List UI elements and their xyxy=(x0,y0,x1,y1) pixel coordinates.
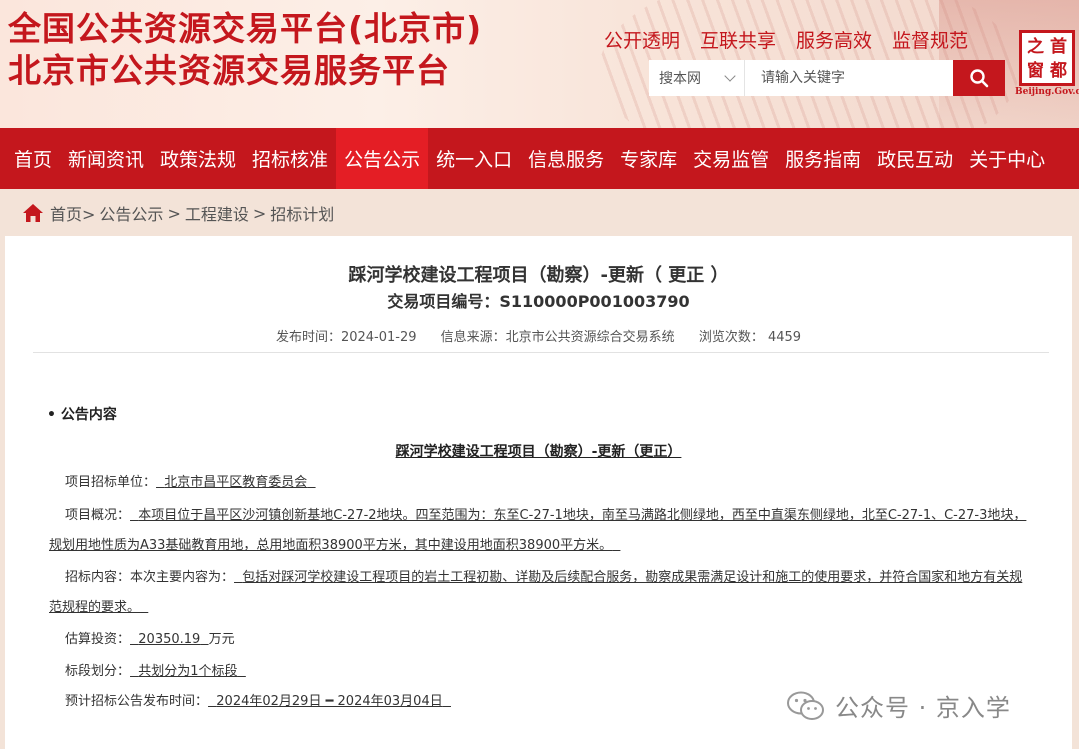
nav-item-bid-approval[interactable]: 招标核准 xyxy=(244,128,336,189)
breadcrumb-bid-plan[interactable]: 招标计划 xyxy=(270,201,334,225)
site-title-line1[interactable]: 全国公共资源交易平台(北京市) xyxy=(8,12,482,45)
field-unit: 万元 xyxy=(208,632,235,647)
field-value: 北京市昌平区教育委员会 xyxy=(164,475,308,490)
breadcrumb-separator: > xyxy=(167,203,181,223)
announcement-title: 踩河学校建设工程项目（勘察）-更新（更正） xyxy=(5,441,1072,461)
logo-char: 都 xyxy=(1050,61,1067,81)
content-card: 踩河学校建设工程项目（勘察）-更新（ 更正 ） 交易项目编号：S110000P0… xyxy=(5,236,1072,749)
publish-time: 发布时间：2024-01-29 xyxy=(275,330,417,345)
project-code: 交易项目编号：S110000P001003790 xyxy=(387,292,690,311)
view-count: 浏览次数： 4459 xyxy=(698,330,802,345)
nav-item-expert-db[interactable]: 专家库 xyxy=(612,128,685,189)
info-source: 信息来源：北京市公共资源综合交易系统 xyxy=(440,330,675,345)
field-value: 20350.19 xyxy=(138,632,201,647)
search-scope-select[interactable]: 搜本网 xyxy=(649,60,745,96)
main-nav: 首页 新闻资讯 政策法规 招标核准 公告公示 统一入口 信息服务 专家库 交易监… xyxy=(0,128,1079,189)
field-label: 项目招标单位： xyxy=(65,475,157,490)
search-input[interactable] xyxy=(745,60,953,96)
watermark-text: 公众号 · 京入学 xyxy=(835,694,1011,722)
breadcrumb-announcements[interactable]: 公告公示 xyxy=(99,201,163,225)
nav-item-supervision[interactable]: 交易监管 xyxy=(685,128,777,189)
divider xyxy=(33,352,1049,353)
field-label: 招标内容：本次主要内容为： xyxy=(65,570,235,585)
nav-item-home[interactable]: 首页 xyxy=(6,128,60,189)
field-label: 标段划分： xyxy=(65,664,131,679)
slogan-supervision: 监督规范 xyxy=(892,30,969,52)
field-bid-unit: 项目招标单位： 北京市昌平区教育委员会 xyxy=(49,468,1034,498)
field-overview: 项目概况： 本项目位于昌平区沙河镇创新基地C-27-2地块。四至范围为：东至C-… xyxy=(49,501,1034,561)
slogan-efficient: 服务高效 xyxy=(796,30,873,52)
page-title: 踩河学校建设工程项目（勘察）-更新（ 更正 ） xyxy=(348,265,729,286)
nav-item-policy[interactable]: 政策法规 xyxy=(152,128,244,189)
chevron-down-icon xyxy=(724,70,736,82)
slogans: 公开透明 互联共享 服务高效 监督规范 xyxy=(604,30,968,52)
search-icon xyxy=(970,69,989,88)
home-icon[interactable] xyxy=(22,203,44,223)
breadcrumb-home[interactable]: 首页> xyxy=(50,201,95,225)
field-label: 项目概况： xyxy=(65,508,131,523)
field-value: 共划分为1个标段 xyxy=(138,664,238,679)
field-investment: 估算投资： 20350.19 万元 xyxy=(49,625,1034,655)
site-title-line2[interactable]: 北京市公共资源交易服务平台 xyxy=(8,54,450,87)
capital-window-logo[interactable]: 之 首 窗 都 xyxy=(1019,30,1075,86)
field-value: 2024年02月29日 ━ 2024年03月04日 xyxy=(216,694,443,709)
nav-item-news[interactable]: 新闻资讯 xyxy=(60,128,152,189)
nav-item-service-guide[interactable]: 服务指南 xyxy=(777,128,869,189)
field-bid-content: 招标内容：本次主要内容为： 包括对踩河学校建设工程项目的岩土工程初勘、详勘及后续… xyxy=(49,563,1034,623)
document-meta: 发布时间：2024-01-29 信息来源：北京市公共资源综合交易系统 浏览次数：… xyxy=(5,326,1072,345)
logo-subtitle: Beijing.Gov.cn xyxy=(1015,87,1079,97)
nav-item-announcements[interactable]: 公告公示 xyxy=(336,128,429,189)
breadcrumb-separator: > xyxy=(252,203,267,223)
nav-item-about[interactable]: 关于中心 xyxy=(961,128,1053,189)
announcement-title-text: 踩河学校建设工程项目（勘察）-更新（更正） xyxy=(395,444,682,460)
search-bar: 搜本网 xyxy=(649,60,1005,96)
wechat-watermark: 公众号 · 京入学 xyxy=(787,688,1011,723)
field-label: 预计招标公告发布时间： xyxy=(65,694,209,709)
search-button[interactable] xyxy=(953,60,1005,96)
search-scope-label: 搜本网 xyxy=(659,71,701,87)
field-value: 本项目位于昌平区沙河镇创新基地C-27-2地块。四至范围为：东至C-27-1地块… xyxy=(49,508,1027,553)
section-label: • 公告内容 xyxy=(47,407,117,423)
slogan-transparent: 公开透明 xyxy=(604,30,681,52)
logo-char: 之 xyxy=(1027,37,1044,57)
wechat-icon xyxy=(787,691,824,720)
breadcrumb: 首页> 公告公示 > 工程建设 > 招标计划 xyxy=(22,200,334,226)
nav-item-interaction[interactable]: 政民互动 xyxy=(869,128,961,189)
logo-char: 窗 xyxy=(1027,61,1044,81)
nav-item-info-service[interactable]: 信息服务 xyxy=(520,128,612,189)
logo-char: 首 xyxy=(1050,37,1067,57)
nav-item-unified-entry[interactable]: 统一入口 xyxy=(428,128,520,189)
site-header: 全国公共资源交易平台(北京市) 北京市公共资源交易服务平台 公开透明 互联共享 … xyxy=(0,0,1079,128)
field-label: 估算投资： xyxy=(65,632,131,647)
breadcrumb-engineering[interactable]: 工程建设 xyxy=(185,201,249,225)
field-section-division: 标段划分： 共划分为1个标段 xyxy=(49,657,1034,687)
slogan-sharing: 互联共享 xyxy=(700,30,777,52)
